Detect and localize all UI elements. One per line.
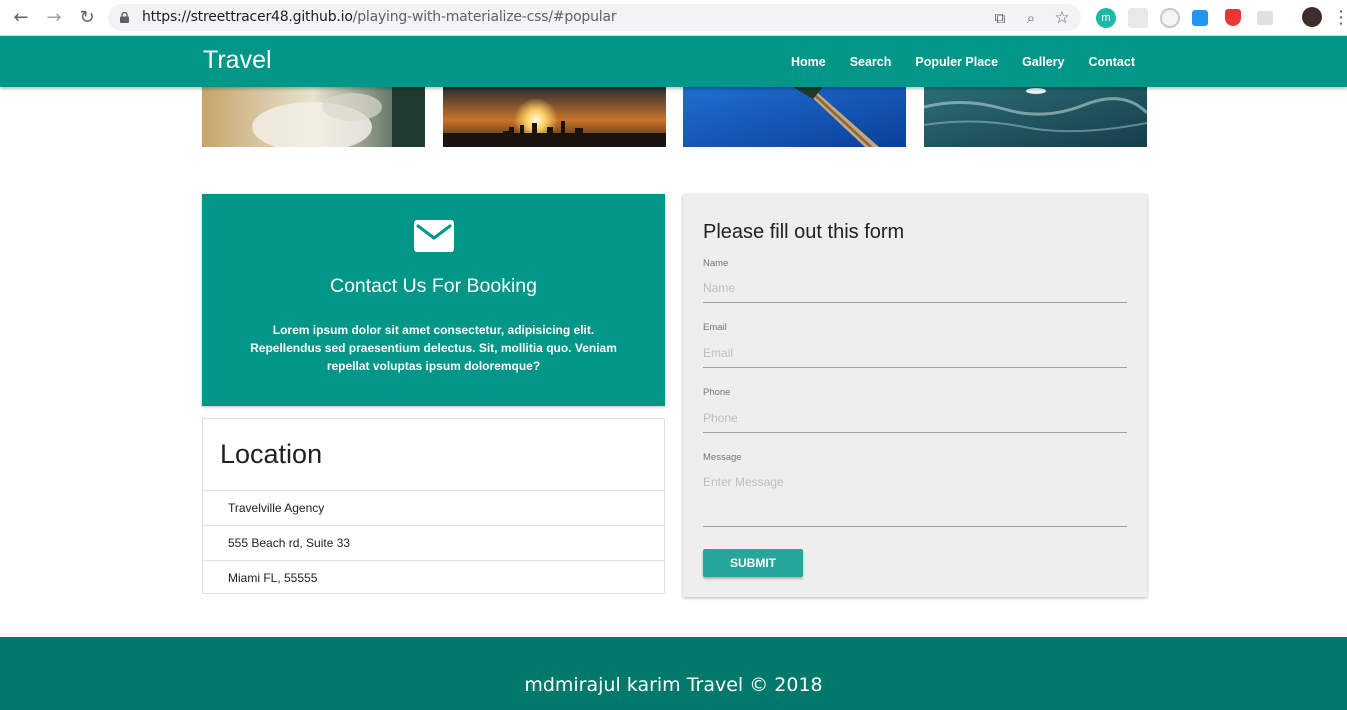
palm-sky-image: [683, 87, 906, 147]
nav-link-contact[interactable]: Contact: [1076, 55, 1147, 69]
menu-icon[interactable]: ⋮: [1332, 6, 1347, 30]
location-title: Location: [203, 419, 664, 491]
booking-form: Please fill out this form Name Email Pho…: [683, 194, 1147, 597]
reload-icon[interactable]: ↻: [75, 6, 99, 30]
nav-link-search[interactable]: Search: [838, 55, 904, 69]
phone-label: Phone: [703, 387, 731, 398]
name-label: Name: [703, 258, 729, 269]
zoom-icon[interactable]: ⌕: [1021, 8, 1041, 28]
navbar: Travel Home Search Populer Place Gallery…: [0, 36, 1347, 87]
shield-icon[interactable]: [1225, 9, 1241, 26]
grid-icon[interactable]: [1128, 8, 1148, 28]
address-bar[interactable]: https://streettracer48.github.io/playing…: [108, 4, 1081, 31]
ocean-boat-image: [924, 87, 1147, 147]
footer-copyright: mdmirajul karim Travel © 2018: [524, 674, 823, 696]
form-title: Please fill out this form: [703, 221, 905, 243]
location-list: Location Travelville Agency 555 Beach rd…: [202, 418, 665, 594]
mail-icon: [414, 220, 454, 252]
forward-icon[interactable]: →: [42, 6, 66, 30]
message-field[interactable]: [703, 467, 1127, 527]
back-icon[interactable]: ←: [9, 6, 33, 30]
message-label: Message: [703, 452, 742, 463]
contact-title: Contact Us For Booking: [329, 275, 537, 297]
chat-icon[interactable]: [1257, 11, 1273, 25]
name-field[interactable]: [703, 273, 1127, 303]
nav-link-populer-place[interactable]: Populer Place: [903, 55, 1010, 69]
contact-description: Lorem ipsum dolor sit amet consectetur, …: [250, 323, 617, 373]
list-item: Miami FL, 55555: [228, 571, 318, 585]
avatar[interactable]: [1302, 7, 1322, 27]
nav-link-home[interactable]: Home: [779, 55, 838, 69]
email-label: Email: [703, 322, 727, 333]
list-item: Travelville Agency: [203, 491, 664, 526]
waves-image: [202, 87, 425, 147]
list-item: 555 Beach rd, Suite 33: [203, 526, 664, 561]
cast-icon[interactable]: [1192, 10, 1208, 26]
browser-toolbar: ← → ↻ https://streettracer48.github.io/p…: [0, 0, 1347, 36]
sunset-city-image: [443, 87, 666, 147]
bookmark-star-icon[interactable]: ☆: [1052, 8, 1072, 28]
footer: mdmirajul karim Travel © 2018: [0, 637, 1347, 710]
nav-menu: Home Search Populer Place Gallery Contac…: [779, 36, 1147, 87]
phone-field[interactable]: [703, 403, 1127, 433]
nav-link-gallery[interactable]: Gallery: [1010, 55, 1076, 69]
m-icon[interactable]: m: [1096, 8, 1116, 28]
email-field[interactable]: [703, 338, 1127, 368]
lock-icon: [120, 12, 129, 23]
brand-logo[interactable]: Travel: [203, 46, 272, 75]
translate-icon[interactable]: ⧉: [990, 8, 1010, 28]
contact-card: Contact Us For Booking Lorem ipsum dolor…: [202, 194, 665, 406]
submit-button[interactable]: SUBMIT: [703, 549, 803, 577]
url-text[interactable]: https://streettracer48.github.io/playing…: [142, 9, 617, 25]
clock-icon[interactable]: [1160, 8, 1180, 28]
